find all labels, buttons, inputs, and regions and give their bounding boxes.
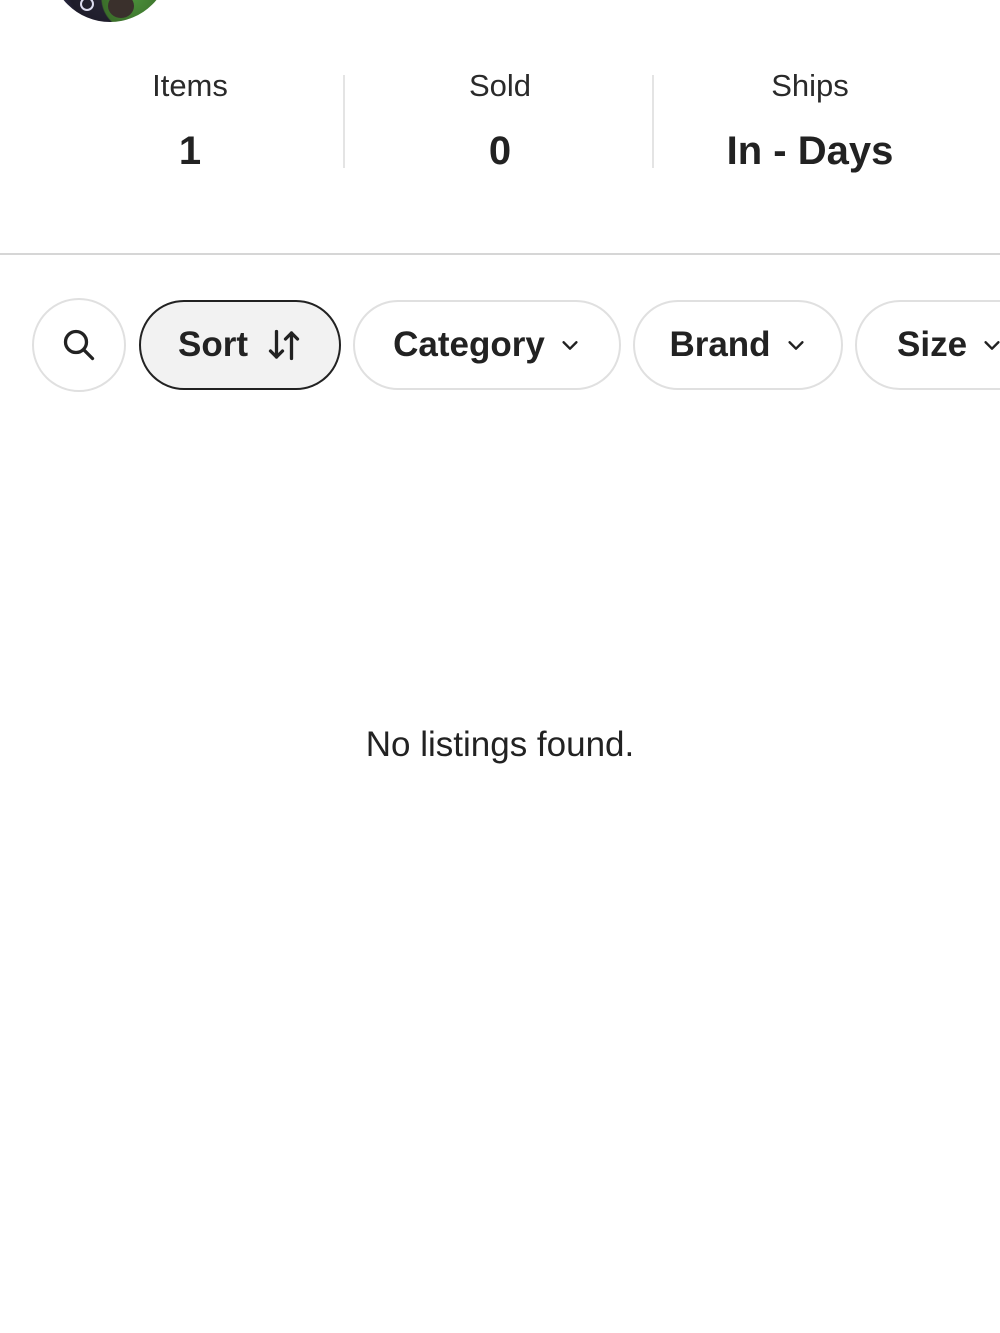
avatar[interactable] [50,0,170,22]
stat-ships: Ships In - Days [655,60,965,176]
sort-label: Sort [178,325,248,364]
chevron-down-icon [785,334,807,356]
sort-button[interactable]: Sort [139,300,341,390]
stat-sold-label: Sold [468,68,532,103]
chevron-down-icon [559,334,581,356]
stat-ships-label: Ships [771,68,849,103]
stat-items-value: 1 [178,129,202,173]
empty-listings-message: No listings found. [365,725,635,764]
filter-bar: Sort Category Brand Size [0,298,1000,394]
stat-sold-value: 0 [488,129,512,173]
brand-filter-button[interactable]: Brand [633,300,843,390]
brand-label: Brand [669,325,771,364]
category-filter-button[interactable]: Category [353,300,621,390]
stat-items-label: Items [152,68,228,103]
sort-arrows-icon [266,327,302,363]
search-button[interactable] [32,298,126,392]
stat-ships-value: In - Days [726,129,894,173]
size-label: Size [897,325,968,364]
avatar-face [108,0,134,18]
stat-sold: Sold 0 [345,60,655,176]
section-divider [0,253,1000,255]
category-label: Category [393,325,545,364]
stat-divider [652,75,654,168]
chevron-down-icon [981,334,1000,356]
stat-divider [343,75,345,168]
stat-items: Items 1 [35,60,345,176]
search-icon [63,329,95,361]
size-filter-button[interactable]: Size [855,300,1000,390]
shop-stats: Items 1 Sold 0 Ships In - Days [0,60,1000,180]
avatar-detail [80,0,94,11]
